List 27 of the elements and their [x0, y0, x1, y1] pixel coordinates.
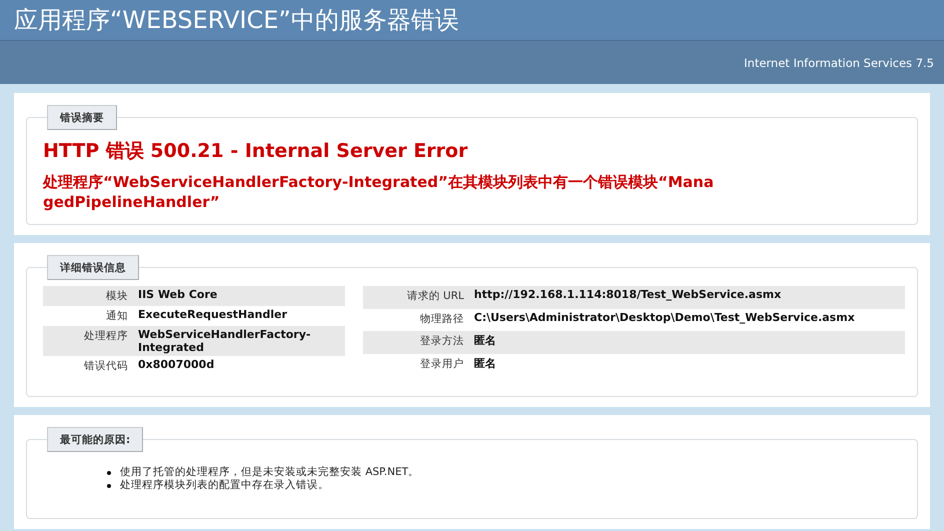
error-heading: HTTP 错误 500.21 - Internal Server Error — [43, 139, 469, 164]
section-legend: 最可能的原因: — [47, 427, 144, 452]
field-value: IIS Web Core — [133, 286, 345, 306]
cause-text: 使用了托管的处理程序，但是未安装或未完整安装 ASP.NET。 — [120, 466, 420, 479]
field-label: 请求的 URL — [363, 286, 469, 308]
product-name: Internet Information Services 7.5 — [744, 56, 934, 70]
bullet-icon — [107, 470, 111, 474]
bullet-icon — [107, 484, 111, 488]
field-value: WebServiceHandlerFactory-Integrated — [133, 326, 345, 356]
field-label: 模块 — [43, 286, 133, 306]
page-title: 应用程序“WEBSERVICE”中的服务器错误 — [14, 5, 459, 36]
section-legend: 详细错误信息 — [47, 255, 139, 280]
field-label: 登录方法 — [363, 331, 469, 354]
field-value: 匿名 — [469, 331, 905, 354]
cause-text: 处理程序模块列表的配置中存在录入错误。 — [120, 479, 329, 492]
field-label: 处理程序 — [43, 326, 133, 356]
field-value: http://192.168.1.114:8018/Test_WebService.asmx — [469, 286, 905, 308]
field-value: C:\Users\Administrator\Desktop\Demo\Test_WebService.asmx — [469, 308, 905, 331]
field-label: 错误代码 — [43, 356, 133, 376]
field-label: 登录用户 — [363, 354, 469, 376]
error-message: 处理程序“WebServiceHandlerFactory-Integrated”在其模块列表中有一个错误模块“ManagedPipelineHandler” — [43, 172, 715, 212]
section-legend: 错误摘要 — [47, 105, 117, 130]
field-value: 匿名 — [469, 354, 905, 376]
field-label: 通知 — [43, 306, 133, 326]
field-value: ExecuteRequestHandler — [133, 306, 345, 326]
field-value: 0x8007000d — [133, 356, 345, 376]
field-label: 物理路径 — [363, 308, 469, 331]
